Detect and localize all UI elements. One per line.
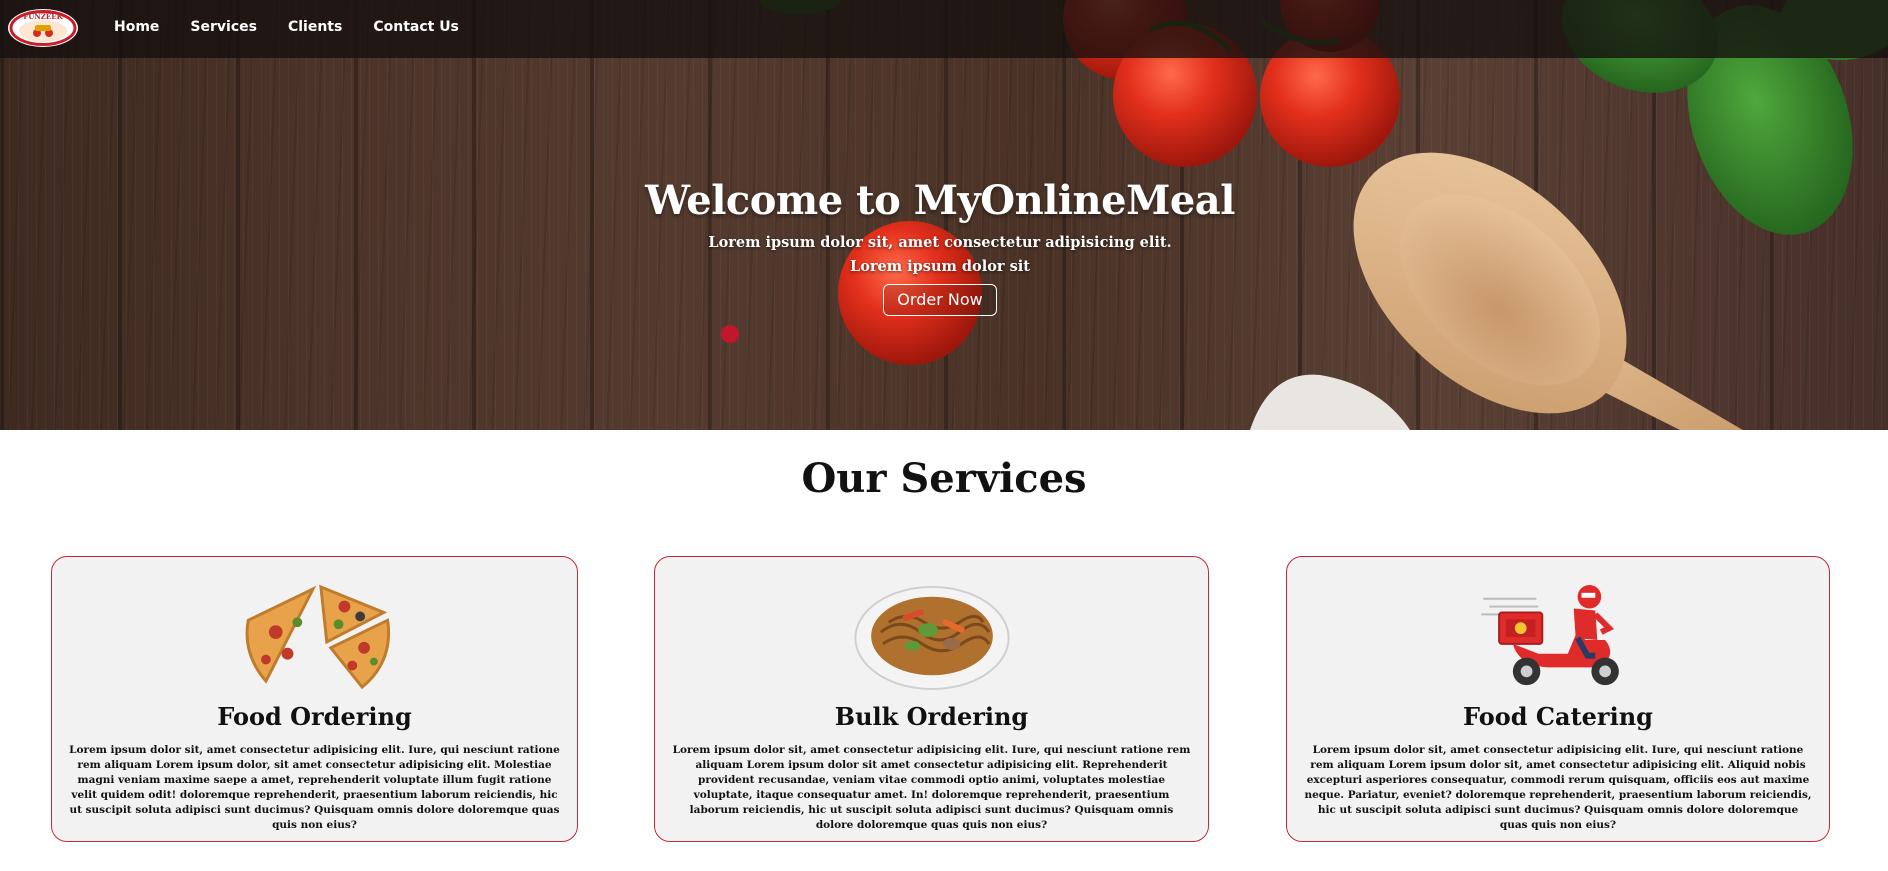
service-card-food-catering: Food Catering Lorem ipsum dolor sit, ame… — [1286, 556, 1830, 842]
hero-subtitle-line2: Lorem ipsum dolor sit — [850, 258, 1030, 275]
noodles-image — [853, 585, 1010, 691]
nav-link-home[interactable]: Home — [114, 19, 159, 35]
card-title: Food Ordering — [217, 702, 412, 731]
top-navbar: FUNZEEK Home Services Clients Contact Us — [0, 0, 1888, 58]
nav-link-clients[interactable]: Clients — [288, 19, 342, 35]
hero-banner: FUNZEEK Home Services Clients Contact Us… — [0, 0, 1888, 430]
card-title: Bulk Ordering — [834, 702, 1029, 731]
delivery-scooter-image — [1481, 584, 1619, 686]
hero-content: Welcome to MyOnlineMeal Lorem ipsum dolo… — [600, 172, 1280, 316]
nav-link-services[interactable]: Services — [190, 19, 257, 35]
pizza-image — [245, 584, 390, 690]
card-text: Lorem ipsum dolor sit, amet consectetur … — [69, 744, 560, 831]
hero-subtitle-line1: Lorem ipsum dolor sit, amet consectetur … — [708, 234, 1172, 251]
nav-links: Home Services Clients Contact Us — [114, 0, 459, 54]
card-text: Lorem ipsum dolor sit, amet consectetur … — [672, 744, 1191, 831]
service-card-food-ordering: Food Ordering Lorem ipsum dolor sit, ame… — [51, 556, 578, 842]
nav-link-contact-us[interactable]: Contact Us — [373, 19, 459, 35]
card-title: Food Catering — [1463, 702, 1653, 731]
logo-wordmark: FUNZEEK — [23, 12, 63, 21]
order-now-button[interactable]: Order Now — [883, 284, 997, 316]
funzeek-logo[interactable]: FUNZEEK — [7, 4, 80, 48]
service-card-bulk-ordering: Bulk Ordering Lorem ipsum dolor sit, ame… — [654, 556, 1209, 842]
services-heading: Our Services — [801, 455, 1087, 502]
hero-title: Welcome to MyOnlineMeal — [645, 177, 1235, 224]
card-text: Lorem ipsum dolor sit, amet consectetur … — [1304, 744, 1812, 831]
